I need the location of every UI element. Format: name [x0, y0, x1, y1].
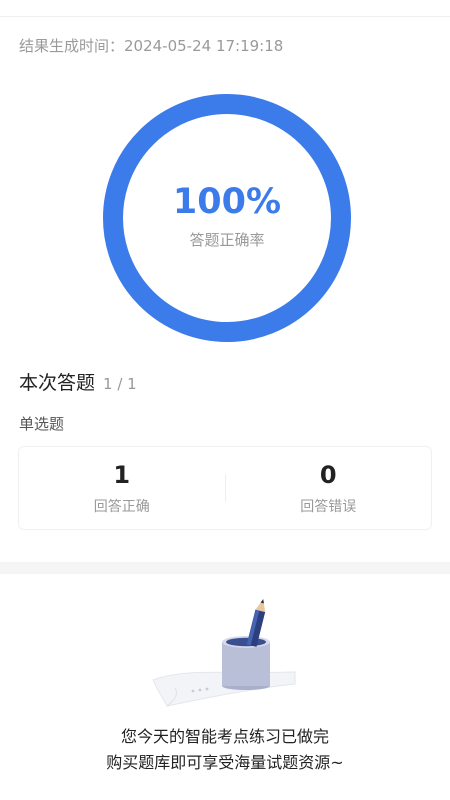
section-separator	[0, 562, 450, 574]
stat-correct: 1 回答正确	[19, 447, 225, 529]
summary-count: 1 / 1	[103, 375, 137, 393]
pencil-cup-illustration	[145, 598, 305, 708]
promo-line-2: 购买题库即可享受海量试题资源~	[106, 753, 344, 772]
result-generated-time: 结果生成时间：2024-05-24 17:19:18	[19, 37, 284, 55]
accuracy-value: 100%	[172, 182, 282, 222]
promo-message: 您今天的智能考点练习已做完 购买题库即可享受海量试题资源~	[0, 724, 450, 776]
correct-count: 1	[113, 461, 131, 489]
top-divider	[0, 16, 450, 17]
promo-line-1: 您今天的智能考点练习已做完	[120, 727, 329, 746]
accuracy-label: 答题正确率	[189, 231, 265, 249]
correct-label: 回答正确	[93, 499, 150, 515]
question-type-label: 单选题	[19, 415, 65, 433]
accuracy-ring-center: 100% 答题正确率	[103, 94, 351, 342]
summary-title: 本次答题	[19, 372, 96, 394]
summary-header: 本次答题 1 / 1	[19, 368, 137, 395]
wrong-count: 0	[319, 461, 337, 489]
accuracy-ring: 100% 答题正确率	[103, 94, 351, 342]
stats-card: 1 回答正确 0 回答错误	[18, 446, 432, 530]
stat-wrong: 0 回答错误	[226, 447, 432, 529]
results-page: 结果生成时间：2024-05-24 17:19:18 100% 答题正确率 本次…	[0, 0, 450, 800]
wrong-label: 回答错误	[300, 499, 357, 515]
